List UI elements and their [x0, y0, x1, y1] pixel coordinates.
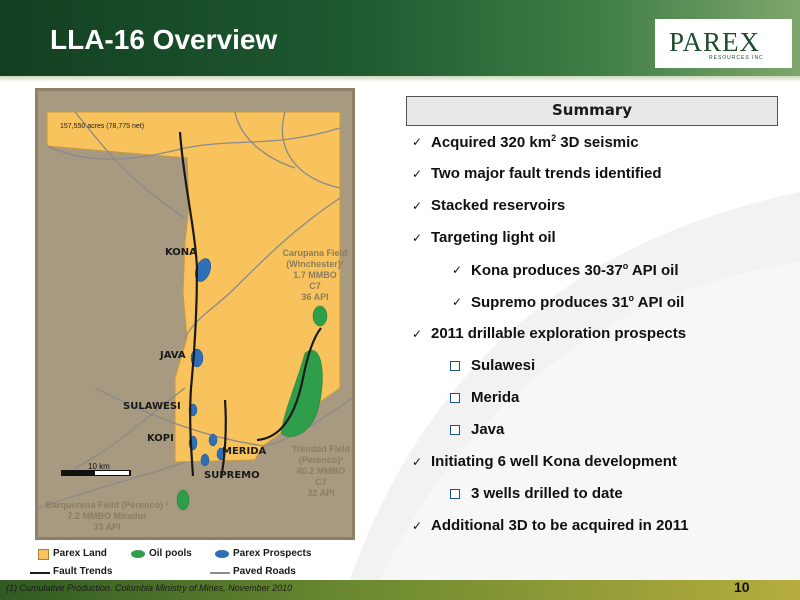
prospect-supremo	[200, 453, 210, 467]
bullet-prospects-2011: 2011 drillable exploration prospects	[431, 325, 687, 342]
summary-header: Summary	[406, 96, 778, 126]
check-icon: ✓	[412, 135, 423, 149]
bullet-wells-drilled: 3 wells drilled to date	[471, 485, 623, 502]
check-icon: ✓	[412, 231, 423, 245]
trinidad-line-1: Trinidad Field	[291, 444, 351, 454]
carupana-line-3: 1.7 MMBO	[293, 270, 337, 280]
legend-parex-prospects: Parex Prospects	[233, 548, 312, 559]
bullet-sulawesi: Sulawesi	[471, 357, 536, 374]
logo-wordmark: PAREX	[669, 27, 761, 57]
check-icon: ✓	[412, 167, 423, 181]
legend-land-swatch	[38, 549, 49, 560]
logo-subtext: RESOURCES INC	[709, 55, 764, 61]
check-icon: ✓	[412, 455, 423, 469]
bullet-seismic-suffix: 3D seismic	[556, 134, 639, 151]
label-kona: KONA	[165, 247, 197, 258]
map-scale-label: 10 km	[88, 462, 110, 471]
barquerena-line-1: Barquerena Field (Perenco) ¹	[45, 500, 169, 510]
bullet-light-oil: Targeting light oil	[431, 229, 556, 246]
barquerena-field-annotation: Barquerena Field (Perenco) ¹ 7.2 MMBO Mi…	[37, 500, 177, 533]
page-title: LLA-16 Overview	[50, 24, 278, 55]
barquerena-line-3: 33 API	[93, 522, 121, 532]
bullet-kona-suffix: API oil	[628, 262, 679, 279]
bullet-seismic: Acquired 320 km2 3D seismic	[431, 133, 639, 151]
map-acreage-label: 157,550 acres (78,775 net)	[60, 123, 145, 130]
bullet-supremo-production: Supremo produces 31o API oil	[471, 293, 684, 311]
trinidad-field-annotation: Trinidad Field (Perenco)¹ 40.2 MMBO C7 3…	[280, 444, 362, 499]
bullet-supremo-suffix: API oil	[634, 294, 685, 311]
carupana-field-annotation: Carupana Field (Winchester)¹ 1.7 MMBO C7…	[270, 248, 360, 303]
carupana-line-2: (Winchester)¹	[286, 259, 344, 269]
square-bullet-icon	[450, 361, 460, 371]
company-logo: PAREX RESOURCES INC	[655, 19, 792, 68]
bullet-additional-3d: Additional 3D to be acquired in 2011	[431, 517, 689, 534]
trinidad-line-4: C7	[315, 477, 327, 487]
bullet-kona-production: Kona produces 30-37o API oil	[471, 261, 679, 279]
label-java: JAVA	[160, 350, 186, 361]
bullet-reservoirs: Stacked reservoirs	[431, 197, 566, 214]
carupana-line-5: 36 API	[301, 292, 329, 302]
legend-road-swatch	[210, 572, 230, 574]
legend-prospect-swatch	[215, 550, 229, 558]
map-scale-bar-segment	[95, 471, 129, 475]
square-bullet-icon	[450, 393, 460, 403]
legend-oil-swatch	[131, 550, 145, 558]
legend-oil-pools: Oil pools	[149, 548, 192, 559]
legend-parex-land: Parex Land	[53, 548, 107, 559]
bullet-seismic-text: Acquired 320 km	[431, 134, 552, 151]
trinidad-line-3: 40.2 MMBO	[296, 466, 346, 476]
trinidad-line-5: 32 API	[307, 488, 335, 498]
bullet-merida: Merida	[471, 389, 520, 406]
carupana-line-4: C7	[309, 281, 321, 291]
legend-fault-swatch	[30, 572, 50, 574]
summary-title: Summary	[551, 101, 633, 119]
footnote: (1) Cumulative Production. Colombia Mini…	[6, 583, 293, 593]
label-merida: MERIDA	[222, 446, 267, 457]
bullet-java: Java	[471, 421, 505, 438]
oil-pool-barquerena	[176, 489, 190, 511]
check-icon: ✓	[412, 199, 423, 213]
bullet-kona-development: Initiating 6 well Kona development	[431, 453, 677, 470]
prospect-merida-a	[208, 433, 218, 447]
bullet-fault-trends: Two major fault trends identified	[431, 165, 662, 182]
square-bullet-icon	[450, 425, 460, 435]
trinidad-line-2: (Perenco)¹	[298, 455, 344, 465]
check-icon: ✓	[412, 327, 423, 341]
legend-paved-roads: Paved Roads	[233, 566, 296, 577]
label-supremo: SUPREMO	[204, 470, 260, 481]
label-kopi: KOPI	[147, 433, 174, 444]
carupana-line-1: Carupana Field	[282, 248, 348, 258]
bullet-kona-text: Kona produces 30-37	[471, 262, 623, 279]
square-bullet-icon	[450, 489, 460, 499]
oil-pool-carupana	[312, 305, 328, 327]
legend-fault-trends: Fault Trends	[53, 566, 113, 577]
barquerena-line-2: 7.2 MMBO Mirador	[67, 511, 147, 521]
bullet-supremo-text: Supremo produces 31	[471, 294, 629, 311]
check-icon: ✓	[452, 263, 463, 277]
page-number: 10	[734, 579, 750, 595]
check-icon: ✓	[412, 519, 423, 533]
label-sulawesi: SULAWESI	[123, 401, 181, 412]
check-icon: ✓	[452, 295, 463, 309]
